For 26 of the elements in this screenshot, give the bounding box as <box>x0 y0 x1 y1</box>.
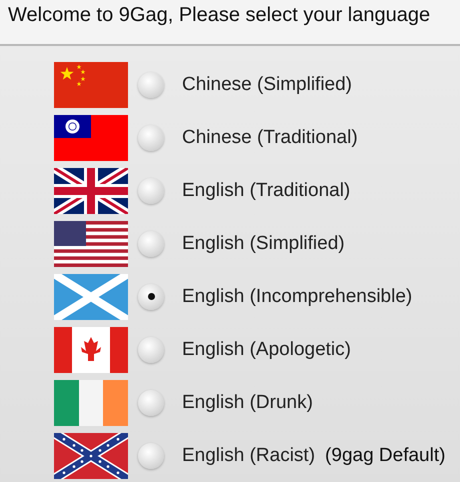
flag-icon <box>54 380 128 426</box>
radio-button[interactable] <box>138 178 164 204</box>
radio-button[interactable] <box>138 390 164 416</box>
language-label[interactable]: English (Drunk) <box>182 392 313 414</box>
radio-button[interactable] <box>138 230 164 256</box>
language-label[interactable]: English (Racist) <box>182 444 316 466</box>
flag-icon <box>54 168 128 214</box>
language-label[interactable]: English (Traditional) <box>182 180 350 202</box>
flag-icon <box>54 432 128 478</box>
language-label[interactable]: English (Incomprehensible) <box>182 286 412 308</box>
flag-icon <box>54 326 128 372</box>
default-note: (9gag Default) <box>325 444 446 466</box>
flag-icon <box>54 274 128 320</box>
radio-button[interactable] <box>138 72 164 98</box>
language-label[interactable]: English (Apologetic) <box>182 338 351 360</box>
language-label[interactable]: Chinese (Simplified) <box>182 74 352 96</box>
flag-icon <box>54 220 128 266</box>
radio-button[interactable] <box>138 442 164 468</box>
language-label[interactable]: English (Simplified) <box>182 232 345 254</box>
language-label[interactable]: Chinese (Traditional) <box>182 126 358 148</box>
flag-icon <box>54 62 128 108</box>
radio-button[interactable] <box>138 124 164 150</box>
radio-button[interactable] <box>138 284 164 310</box>
header-title: Welcome to 9Gag, Please select your language <box>8 4 430 27</box>
radio-button[interactable] <box>138 336 164 362</box>
flag-icon <box>54 114 128 160</box>
